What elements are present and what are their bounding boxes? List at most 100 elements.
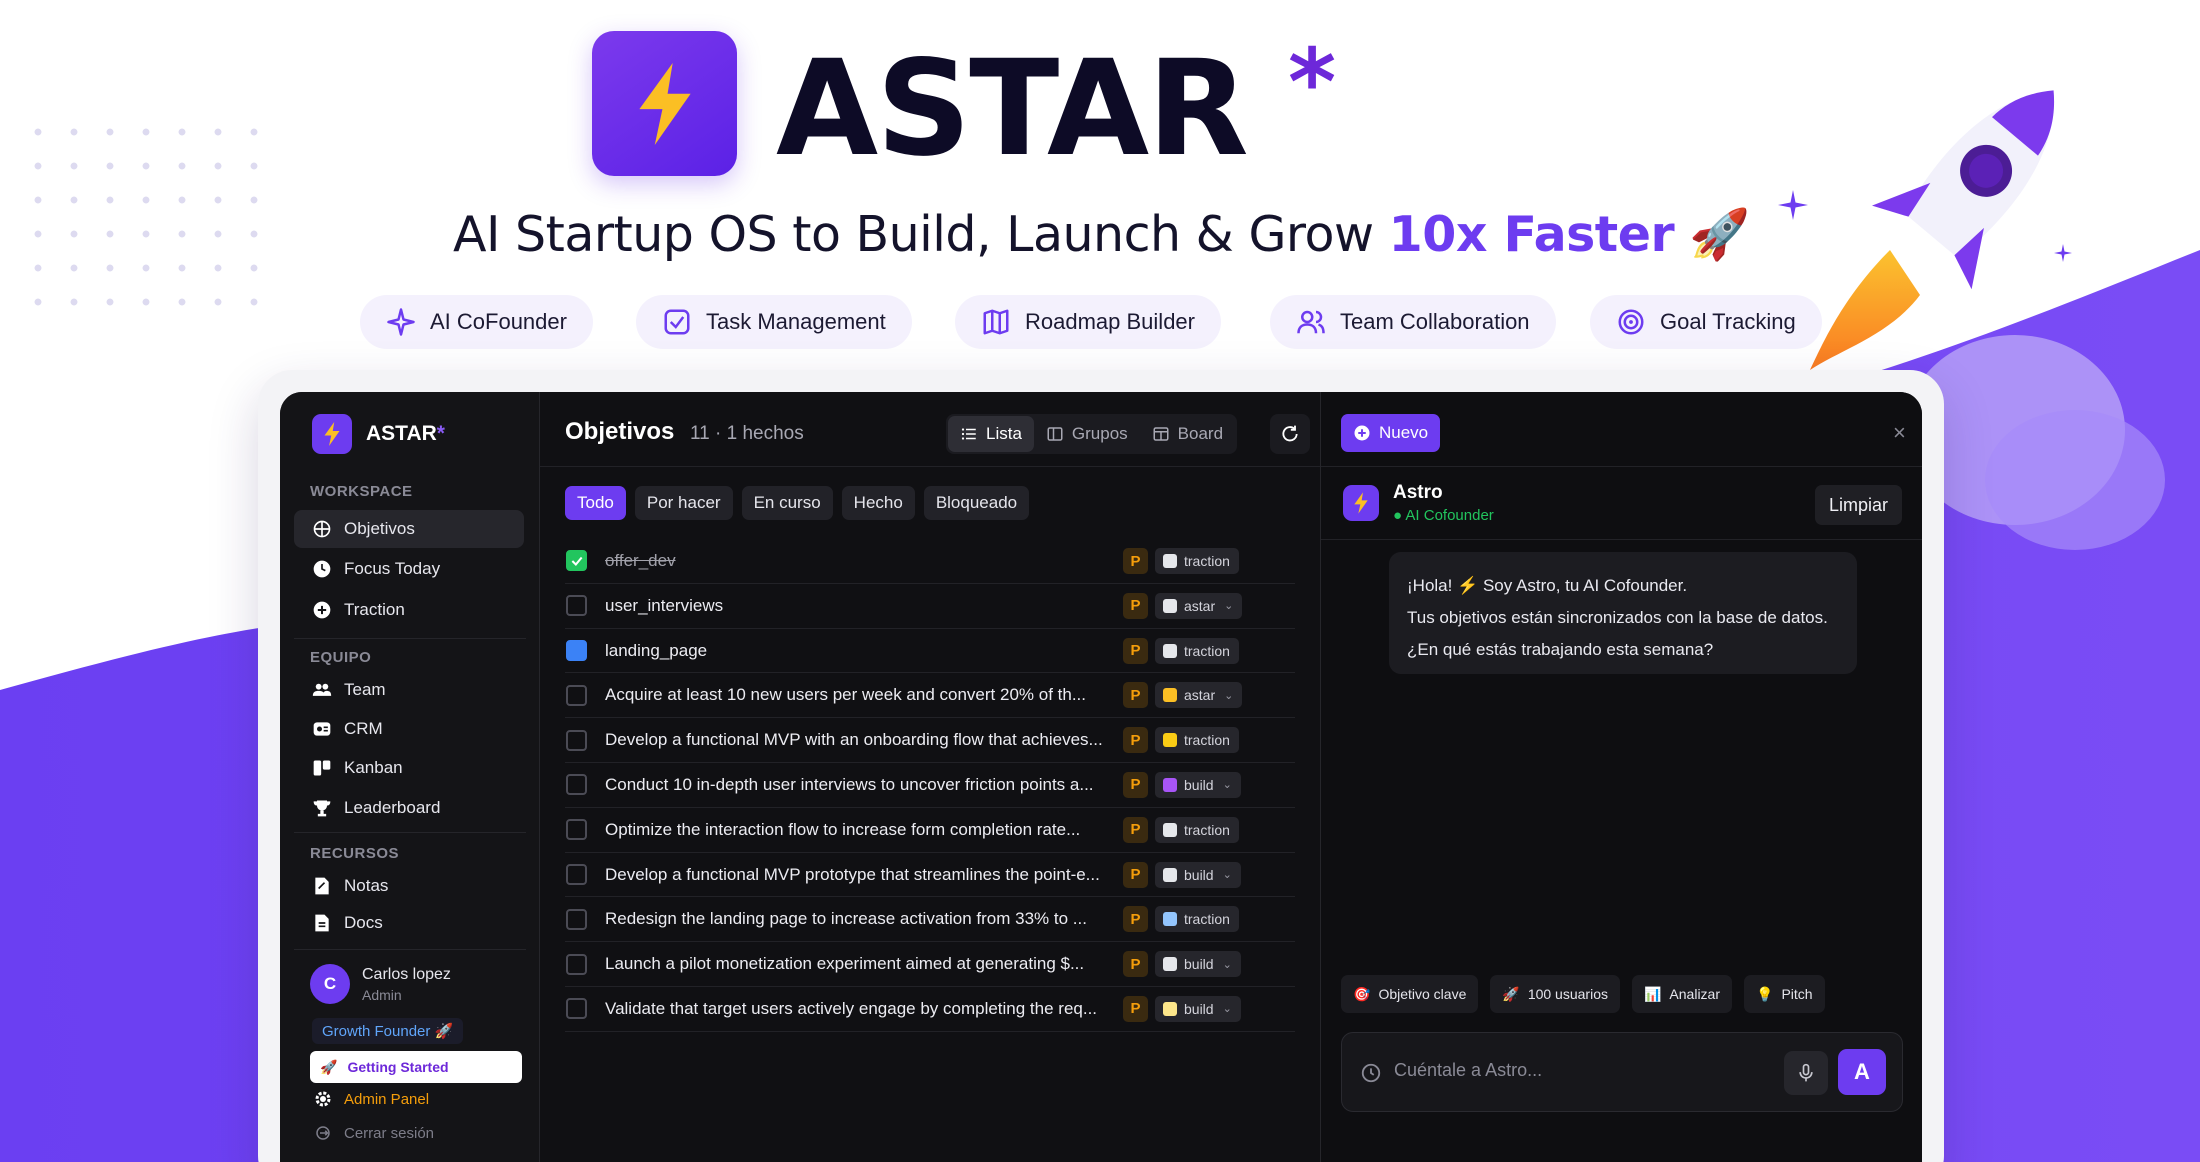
task-row[interactable]: Conduct 10 in-depth user interviews to u… — [565, 763, 1295, 808]
task-title[interactable]: Conduct 10 in-depth user interviews to u… — [605, 763, 1125, 807]
task-title[interactable]: Launch a pilot monetization experiment a… — [605, 942, 1125, 986]
chat-divider — [1321, 466, 1922, 467]
logout-link[interactable]: Cerrar sesión — [314, 1124, 434, 1142]
priority-badge[interactable]: P — [1123, 861, 1148, 888]
priority-badge[interactable]: P — [1123, 637, 1148, 664]
priority-badge[interactable]: P — [1123, 906, 1148, 933]
filter-por-hacer[interactable]: Por hacer — [634, 486, 733, 520]
task-row[interactable]: Acquire at least 10 new users per week a… — [565, 673, 1295, 719]
clear-chat-button[interactable]: Limpiar — [1815, 485, 1903, 525]
task-checkbox[interactable] — [566, 729, 587, 751]
suggestion-objetivo-clave[interactable]: 🎯 Objetivo clave — [1341, 975, 1479, 1013]
history-icon[interactable] — [1360, 1062, 1382, 1084]
sidebar-item-objetivos[interactable]: Objetivos — [294, 510, 524, 548]
view-board-button[interactable]: Board — [1140, 416, 1235, 452]
view-grupos-button[interactable]: Grupos — [1034, 416, 1140, 452]
task-title[interactable]: Develop a functional MVP prototype that … — [605, 853, 1125, 897]
task-row[interactable]: Develop a functional MVP with an onboard… — [565, 718, 1295, 763]
task-title[interactable]: Redesign the landing page to increase ac… — [605, 897, 1125, 941]
task-title[interactable]: landing_page — [605, 629, 1125, 673]
sidebar-logo[interactable]: ASTAR* — [312, 414, 445, 454]
doc-icon — [315, 914, 329, 932]
sidebar-item-team[interactable]: Team — [294, 671, 524, 709]
refresh-button[interactable] — [1270, 414, 1310, 454]
filter-en-curso[interactable]: En curso — [741, 486, 833, 520]
chevron-down-icon[interactable]: ⌄ — [1224, 689, 1233, 702]
task-tag[interactable]: astar ⌄ — [1155, 682, 1243, 709]
microphone-button[interactable] — [1784, 1051, 1828, 1095]
chevron-down-icon[interactable]: ⌄ — [1223, 868, 1232, 881]
suggestion-analizar[interactable]: 📊 Analizar — [1631, 975, 1733, 1013]
view-lista-button[interactable]: Lista — [948, 416, 1034, 452]
filter-hecho[interactable]: Hecho — [841, 486, 915, 520]
sidebar-item-traction[interactable]: Traction — [294, 591, 524, 629]
task-row[interactable]: Optimize the interaction flow to increas… — [565, 808, 1295, 853]
task-tag[interactable]: traction — [1155, 548, 1239, 574]
task-row[interactable]: Develop a functional MVP prototype that … — [565, 853, 1295, 898]
task-checkbox[interactable] — [566, 998, 587, 1020]
task-checkbox[interactable] — [566, 639, 587, 661]
priority-badge[interactable]: P — [1123, 816, 1148, 843]
sidebar-item-crm[interactable]: CRM — [294, 710, 524, 748]
task-checkbox[interactable] — [566, 595, 587, 617]
task-checkbox[interactable] — [566, 819, 587, 841]
getting-started-button[interactable]: 🚀 Getting Started — [310, 1051, 522, 1083]
filter-todo[interactable]: Todo — [565, 486, 626, 520]
priority-badge[interactable]: P — [1123, 995, 1148, 1022]
sidebar-item-notas[interactable]: Notas — [294, 867, 524, 905]
chevron-down-icon[interactable]: ⌄ — [1224, 599, 1233, 612]
tag-swatch-icon — [1163, 733, 1177, 748]
task-row[interactable]: Validate that target users actively enga… — [565, 987, 1295, 1032]
task-tag[interactable]: traction — [1155, 906, 1239, 933]
task-checkbox[interactable] — [566, 774, 587, 796]
suggestion-100-usuarios[interactable]: 🚀 100 usuarios — [1490, 975, 1620, 1013]
sidebar-item-docs[interactable]: Docs — [294, 904, 524, 942]
task-title[interactable]: Optimize the interaction flow to increas… — [605, 808, 1125, 852]
suggestion-pitch[interactable]: 💡 Pitch — [1744, 975, 1825, 1013]
task-title[interactable]: Develop a functional MVP with an onboard… — [605, 718, 1125, 762]
task-title[interactable]: Validate that target users actively enga… — [605, 987, 1125, 1031]
sidebar-item-leaderboard[interactable]: Leaderboard — [294, 789, 524, 827]
task-checkbox[interactable] — [566, 908, 587, 930]
task-tag[interactable]: build ⌄ — [1155, 861, 1241, 888]
close-icon[interactable]: × — [1893, 420, 1906, 446]
chevron-down-icon[interactable]: ⌄ — [1223, 958, 1232, 971]
admin-panel-link[interactable]: Admin Panel — [314, 1090, 429, 1108]
task-row[interactable]: landing_page Ptraction — [565, 629, 1295, 674]
new-chat-button[interactable]: Nuevo — [1341, 414, 1441, 452]
task-row[interactable]: offer_dev Ptraction — [565, 539, 1295, 584]
send-button[interactable]: A — [1838, 1049, 1886, 1095]
sidebar-item-kanban[interactable]: Kanban — [294, 749, 524, 787]
chat-composer[interactable]: Cuéntale a Astro... A — [1341, 1032, 1903, 1112]
chevron-down-icon[interactable]: ⌄ — [1223, 778, 1232, 791]
priority-badge[interactable]: P — [1123, 592, 1148, 619]
task-checkbox[interactable] — [566, 863, 587, 885]
task-tag[interactable]: traction — [1155, 727, 1239, 754]
task-checkbox[interactable] — [566, 953, 587, 975]
task-row[interactable]: Redesign the landing page to increase ac… — [565, 897, 1295, 943]
sidebar-item-focus-today[interactable]: Focus Today — [294, 550, 524, 588]
chevron-down-icon[interactable]: ⌄ — [1223, 1002, 1232, 1015]
task-tag[interactable]: build ⌄ — [1155, 771, 1241, 798]
task-title[interactable]: Acquire at least 10 new users per week a… — [605, 673, 1125, 717]
chat-input-placeholder[interactable]: Cuéntale a Astro... — [1394, 1060, 1542, 1081]
priority-badge[interactable]: P — [1123, 682, 1148, 709]
task-tag[interactable]: traction — [1155, 637, 1239, 664]
task-title[interactable]: user_interviews — [605, 584, 1125, 628]
task-tag[interactable]: traction — [1155, 816, 1239, 843]
task-tag[interactable]: astar ⌄ — [1155, 592, 1243, 619]
priority-badge[interactable]: P — [1123, 951, 1148, 978]
task-checkbox[interactable] — [566, 550, 587, 572]
task-row[interactable]: Launch a pilot monetization experiment a… — [565, 942, 1295, 987]
task-title[interactable]: offer_dev — [605, 539, 1125, 583]
task-tag[interactable]: build ⌄ — [1155, 951, 1241, 978]
priority-badge[interactable]: P — [1123, 727, 1148, 754]
task-tag[interactable]: build ⌄ — [1155, 995, 1241, 1022]
priority-badge[interactable]: P — [1123, 771, 1148, 798]
task-checkbox[interactable] — [566, 684, 587, 706]
header-divider — [540, 466, 1320, 467]
task-row[interactable]: user_interviews Pastar ⌄ — [565, 584, 1295, 629]
user-profile[interactable]: C Carlos lopez Admin — [310, 964, 451, 1004]
filter-bloqueado[interactable]: Bloqueado — [923, 486, 1030, 520]
priority-badge[interactable]: P — [1123, 548, 1148, 574]
